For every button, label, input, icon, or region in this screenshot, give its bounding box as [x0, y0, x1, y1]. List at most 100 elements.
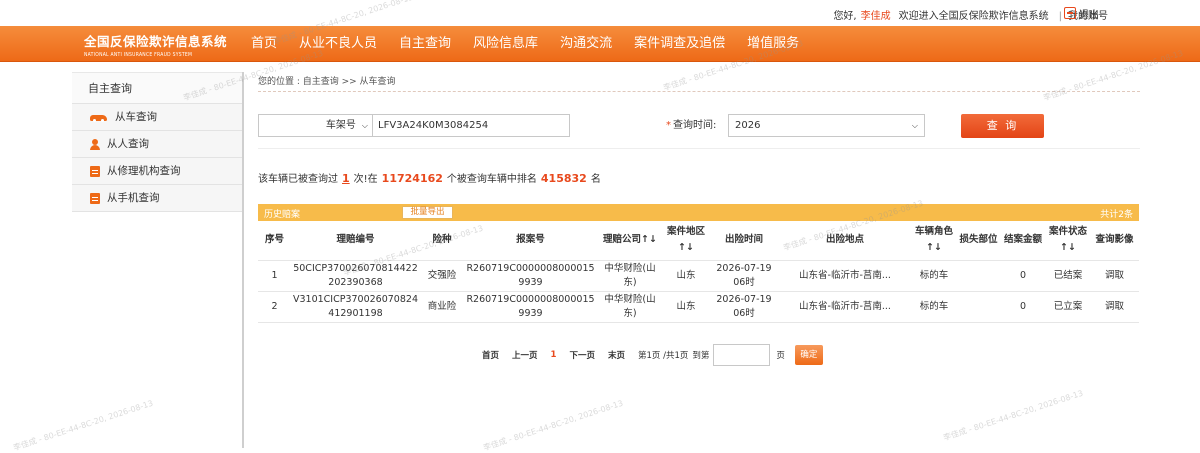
history-header-bar: 历史赔案 批量导出 共计2条	[258, 204, 1139, 221]
table-cell: V3101CICP370026070824412901198	[291, 291, 420, 323]
username-link[interactable]: 李佳成	[861, 11, 891, 22]
first-page-link[interactable]: 首页	[482, 349, 499, 361]
query-statistics: 该车辆已被查询过 1 次!在 11724162 个被查询车辆中排名 415832 名	[258, 172, 601, 185]
query-time-label: * 查询时间:	[666, 120, 717, 131]
rank-number: 415832	[540, 172, 587, 185]
column-header-sortable[interactable]: 案件状态↑↓	[1046, 221, 1090, 261]
sidebar-item-phone-query[interactable]: 从手机查询	[72, 185, 242, 212]
table-cell: 商业险	[420, 291, 464, 323]
table-cell: 2	[258, 291, 291, 323]
prev-page-link[interactable]: 上一页	[512, 349, 538, 361]
column-header: 序号	[258, 221, 291, 261]
query-type-value: 车架号	[325, 120, 356, 131]
logout-icon	[1064, 7, 1076, 19]
greeting-text: 您好,	[833, 11, 857, 22]
confirm-button[interactable]: 确定	[794, 345, 823, 365]
column-header-sortable[interactable]: 车辆角色↑↓	[911, 221, 957, 261]
nav-item-case-investigation[interactable]: 案件调查及追偿	[623, 26, 736, 62]
history-claims-panel: 历史赔案 批量导出 共计2条 序号 理赔编号 险种 报案号 理赔公司↑↓ 案件地…	[258, 204, 1139, 323]
table-cell: 2026-07-19 06时	[709, 260, 779, 292]
column-header: 查询影像	[1090, 221, 1139, 261]
column-header-sortable[interactable]: 理赔公司↑↓	[597, 221, 663, 261]
next-page-link[interactable]: 下一页	[569, 349, 595, 361]
column-header: 出险地点	[779, 221, 911, 261]
sidebar-item-label: 从手机查询	[107, 191, 160, 204]
logo-title-cn: 全国反保险欺诈信息系统	[84, 34, 228, 49]
column-header-sortable[interactable]: 案件地区↑↓	[663, 221, 709, 261]
nav-item-value-added[interactable]: 增值服务	[736, 26, 810, 62]
logout-button[interactable]: 退出	[1064, 5, 1099, 21]
history-table: 序号 理赔编号 险种 报案号 理赔公司↑↓ 案件地区↑↓ 出险时间 出险地点 车…	[258, 221, 1139, 323]
table-cell: 山东	[663, 291, 709, 323]
retrieve-image-link[interactable]: 调取	[1090, 291, 1139, 323]
query-time-value: 2026	[735, 120, 761, 131]
table-row: 1 50CICP370026070814422202390368 交强险 R26…	[258, 260, 1139, 292]
query-button[interactable]: 查 询	[961, 114, 1044, 138]
chevron-down-icon: ⌵	[361, 121, 368, 130]
sidebar-item-repair-query[interactable]: 从修理机构查询	[72, 158, 242, 185]
column-header: 结案金额	[1000, 221, 1046, 261]
sidebar-item-label: 从人查询	[107, 137, 149, 150]
sidebar-item-person-query[interactable]: 从人查询	[72, 131, 242, 158]
page-info: 第1页 /共1页	[637, 351, 689, 361]
sidebar-item-vehicle-query[interactable]: 从车查询	[72, 104, 242, 131]
nav-item-risk-database[interactable]: 风险信息库	[462, 26, 549, 62]
table-cell: R260719C00000080000159939	[464, 291, 597, 323]
table-cell: R260719C00000080000159939	[464, 260, 597, 292]
table-cell: 已立案	[1046, 291, 1090, 323]
table-cell: 已结案	[1046, 260, 1090, 292]
nav-item-communication[interactable]: 沟通交流	[549, 26, 623, 62]
nav-item-self-query[interactable]: 自主查询	[388, 26, 462, 62]
link-separator: |	[1058, 11, 1062, 22]
required-star-icon: *	[666, 120, 671, 131]
document-icon	[89, 165, 101, 177]
column-header: 损失部位	[957, 221, 1000, 261]
history-title: 历史赔案	[264, 210, 301, 220]
column-header: 理赔编号	[291, 221, 420, 261]
column-header: 险种	[420, 221, 464, 261]
table-cell: 50CICP370026070814422202390368	[291, 260, 420, 292]
logo-title-en: NATIONAL ANTI INSURANCE FRAUD SYSTEM	[84, 52, 193, 58]
table-cell: 标的车	[911, 260, 957, 292]
table-cell: 1	[258, 260, 291, 292]
table-cell: 2026-07-19 06时	[709, 291, 779, 323]
main-content: 您的位置 : 自主查询 >> 从车查询 车架号 ⌵ LFV3A24K0M30842…	[258, 72, 1140, 448]
table-cell: 山东省-临沂市-莒南...	[779, 260, 911, 292]
table-cell: 0	[1000, 291, 1046, 323]
table-cell: 交强险	[420, 260, 464, 292]
site-logo[interactable]: 全国反保险欺诈信息系统 NATIONAL ANTI INSURANCE FRAU…	[84, 31, 228, 58]
batch-export-button[interactable]: 批量导出	[402, 206, 453, 219]
column-header: 出险时间	[709, 221, 779, 261]
section-divider	[258, 148, 1140, 149]
current-page[interactable]: 1	[551, 350, 557, 360]
query-count[interactable]: 1	[342, 172, 350, 185]
sidebar-item-label: 从修理机构查询	[107, 164, 181, 177]
table-cell: 山东省-临沂市-莒南...	[779, 291, 911, 323]
document-icon	[89, 192, 101, 204]
query-type-select[interactable]: 车架号 ⌵	[258, 114, 374, 137]
retrieve-image-link[interactable]: 调取	[1090, 260, 1139, 292]
sidebar: 自主查询 从车查询 从人查询 从修理机构查询 从手机查询	[72, 72, 244, 448]
nav-item-bad-practitioners[interactable]: 从业不良人员	[288, 26, 388, 62]
top-utility-bar: 您好, 李佳成 欢迎进入全国反保险欺诈信息系统 | 我的账号 退出	[0, 0, 1200, 26]
page-unit-label: 页	[776, 351, 785, 361]
goto-label: 到第	[692, 351, 710, 361]
pagination: 首页 上一页 1 下一页 末页 第1页 /共1页 到第 页 确定	[482, 344, 823, 366]
page-jump-input[interactable]	[713, 344, 771, 366]
table-cell: 中华财险(山东)	[597, 291, 663, 323]
chevron-down-icon: ⌵	[911, 121, 918, 130]
logout-label: 退出	[1079, 9, 1099, 21]
table-cell: 中华财险(山东)	[597, 260, 663, 292]
last-page-link[interactable]: 末页	[608, 349, 625, 361]
vin-input[interactable]: LFV3A24K0M3084254	[372, 114, 570, 137]
breadcrumb: 您的位置 : 自主查询 >> 从车查询	[258, 72, 1140, 92]
nav-item-home[interactable]: 首页	[240, 26, 288, 62]
table-row: 2 V3101CICP370026070824412901198 商业险 R26…	[258, 291, 1139, 323]
total-vehicles: 11724162	[381, 172, 443, 185]
table-cell: 山东	[663, 260, 709, 292]
total-count: 共计2条	[1100, 210, 1133, 220]
welcome-text: 欢迎进入全国反保险欺诈信息系统	[898, 11, 1049, 22]
table-cell: 标的车	[911, 291, 957, 323]
query-time-select[interactable]: 2026 ⌵	[728, 114, 925, 137]
table-cell	[957, 260, 1000, 292]
